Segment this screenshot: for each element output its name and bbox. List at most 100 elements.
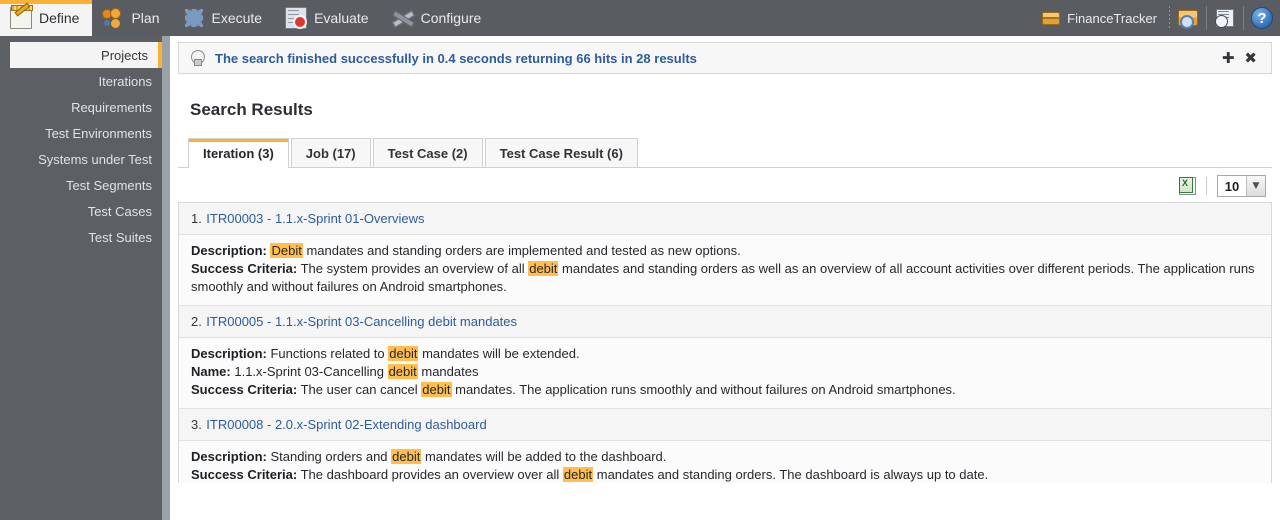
result-field: Success Criteria: The user can cancel de… bbox=[191, 381, 1259, 399]
tab-label: Test Case (2) bbox=[387, 146, 468, 161]
nav-tab-label: Execute bbox=[211, 10, 263, 26]
result-title-link[interactable]: ITR00003 - 1.1.x-Sprint 01-Overviews bbox=[206, 211, 424, 226]
field-label: Description: bbox=[191, 346, 267, 361]
expand-icon[interactable]: ✚ bbox=[1222, 50, 1235, 66]
history-icon bbox=[1215, 9, 1234, 28]
help-button[interactable]: ? bbox=[1244, 0, 1280, 36]
nav-tab-define[interactable]: Define bbox=[0, 0, 93, 36]
sidebar-item-test-environments[interactable]: Test Environments bbox=[0, 120, 162, 146]
nav-tab-label: Define bbox=[39, 10, 80, 26]
result-field: Success Criteria: The system provides an… bbox=[191, 260, 1259, 296]
toolbar-divider bbox=[1206, 177, 1207, 195]
field-value: The dashboard provides an overview over … bbox=[297, 467, 989, 482]
sidebar-item-test-suites[interactable]: Test Suites bbox=[0, 224, 162, 250]
help-icon: ? bbox=[1251, 7, 1273, 29]
result-field: Description: Debit mandates and standing… bbox=[191, 242, 1259, 260]
search-term-highlight: debit bbox=[388, 346, 419, 361]
sidebar-item-systems-under-test[interactable]: Systems under Test bbox=[0, 146, 162, 172]
status-notification: The search finished successfully in 0.4 … bbox=[178, 42, 1272, 74]
sidebar-item-label: Requirements bbox=[71, 99, 152, 115]
field-value: Debit mandates and standing orders are i… bbox=[270, 243, 741, 258]
current-project-label: FinanceTracker bbox=[1067, 10, 1157, 26]
sidebar-item-label: Projects bbox=[101, 47, 148, 63]
nav-tab-configure[interactable]: Configure bbox=[382, 0, 495, 36]
nav-tab-plan[interactable]: Plan bbox=[92, 0, 172, 36]
results-tabstrip: Iteration (3) Job (17) Test Case (2) Tes… bbox=[178, 138, 1272, 168]
search-term-highlight: debit bbox=[387, 364, 418, 379]
field-label: Description: bbox=[191, 449, 267, 464]
chevron-down-icon[interactable]: ▼ bbox=[1246, 176, 1265, 196]
project-box-icon bbox=[1042, 11, 1061, 25]
search-term-highlight: debit bbox=[421, 382, 452, 397]
result-index: 3. bbox=[191, 417, 202, 432]
gear-icon bbox=[183, 7, 205, 29]
report-icon bbox=[285, 7, 308, 29]
result-index: 2. bbox=[191, 314, 202, 329]
tab-iteration[interactable]: Iteration (3) bbox=[188, 138, 289, 168]
page-background bbox=[170, 483, 1280, 520]
nav-tab-label: Configure bbox=[420, 10, 482, 26]
result-header: 1. ITR00003 - 1.1.x-Sprint 01-Overviews bbox=[179, 203, 1271, 235]
page-title: Search Results bbox=[190, 100, 313, 119]
tools-icon bbox=[392, 7, 414, 29]
tab-label: Job (17) bbox=[305, 146, 356, 161]
result-title-link[interactable]: ITR00008 - 2.0.x-Sprint 02-Extending das… bbox=[206, 417, 486, 432]
result-index: 1. bbox=[191, 211, 202, 226]
excel-export-icon[interactable] bbox=[1179, 177, 1196, 195]
tab-label: Iteration (3) bbox=[203, 146, 274, 161]
field-value: The system provides an overview of all d… bbox=[191, 261, 1255, 294]
field-label: Success Criteria: bbox=[191, 261, 298, 276]
result-header: 2. ITR00005 - 1.1.x-Sprint 03-Cancelling… bbox=[179, 306, 1271, 338]
nav-tab-label: Plan bbox=[131, 10, 160, 26]
result-field: Success Criteria: The dashboard provides… bbox=[191, 466, 1259, 484]
search-term-highlight: debit bbox=[528, 261, 559, 276]
search-project-icon bbox=[1178, 10, 1198, 29]
people-icon bbox=[102, 7, 124, 29]
sidebar-item-iterations[interactable]: Iterations bbox=[0, 68, 162, 94]
results-toolbar: 10 ▼ bbox=[178, 168, 1272, 202]
sidebar-item-label: Test Segments bbox=[66, 177, 152, 193]
tab-label: Test Case Result (6) bbox=[499, 146, 623, 161]
sidebar-item-test-cases[interactable]: Test Cases bbox=[0, 198, 162, 224]
tab-test-case[interactable]: Test Case (2) bbox=[372, 138, 483, 167]
nav-tab-evaluate[interactable]: Evaluate bbox=[275, 0, 381, 36]
field-label: Success Criteria: bbox=[191, 467, 298, 482]
field-label: Name: bbox=[191, 364, 231, 379]
notification-actions: ✚ ✖ bbox=[1222, 50, 1263, 66]
result-title-link[interactable]: ITR00005 - 1.1.x-Sprint 03-Cancelling de… bbox=[206, 314, 517, 329]
search-term-highlight: debit bbox=[391, 449, 422, 464]
nav-tab-label: Evaluate bbox=[314, 10, 369, 26]
sidebar-item-label: Test Cases bbox=[87, 203, 152, 219]
result-item: 2. ITR00005 - 1.1.x-Sprint 03-Cancelling… bbox=[179, 306, 1271, 409]
close-icon[interactable]: ✖ bbox=[1244, 50, 1257, 66]
result-field: Description: Functions related to debit … bbox=[191, 345, 1259, 363]
sidebar-item-projects[interactable]: Projects bbox=[10, 42, 162, 68]
sidebar-item-label: Test Environments bbox=[45, 125, 152, 141]
top-navigation-bar: Define Plan Execute Evaluate Configure F… bbox=[0, 0, 1280, 36]
result-field: Name: 1.1.x-Sprint 03-Cancelling debit m… bbox=[191, 363, 1259, 381]
tab-test-case-result[interactable]: Test Case Result (6) bbox=[484, 138, 638, 167]
history-button[interactable] bbox=[1207, 0, 1243, 36]
nav-tab-execute[interactable]: Execute bbox=[173, 0, 276, 36]
sidebar-item-test-segments[interactable]: Test Segments bbox=[0, 172, 162, 198]
field-value: 1.1.x-Sprint 03-Cancelling debit mandate… bbox=[230, 364, 479, 379]
field-value: The user can cancel debit mandates. The … bbox=[297, 382, 956, 397]
search-results-list: 1. ITR00003 - 1.1.x-Sprint 01-Overviews … bbox=[178, 202, 1272, 494]
field-value: Functions related to debit mandates will… bbox=[266, 346, 580, 361]
current-project-selector[interactable]: FinanceTracker bbox=[1030, 0, 1169, 36]
result-body: Description: Debit mandates and standing… bbox=[179, 235, 1271, 305]
search-project-button[interactable] bbox=[1170, 0, 1206, 36]
sidebar-item-label: Test Suites bbox=[88, 229, 152, 245]
result-body: Description: Functions related to debit … bbox=[179, 338, 1271, 408]
result-field: Description: Standing orders and debit m… bbox=[191, 448, 1259, 466]
main-content: The search finished successfully in 0.4 … bbox=[178, 42, 1272, 494]
field-label: Description: bbox=[191, 243, 267, 258]
result-header: 3. ITR00008 - 2.0.x-Sprint 02-Extending … bbox=[179, 409, 1271, 441]
field-value: Standing orders and debit mandates will … bbox=[266, 449, 667, 464]
sidebar-item-requirements[interactable]: Requirements bbox=[0, 94, 162, 120]
page-size-value: 10 bbox=[1224, 178, 1240, 194]
result-item: 1. ITR00003 - 1.1.x-Sprint 01-Overviews … bbox=[179, 203, 1271, 306]
tab-job[interactable]: Job (17) bbox=[290, 138, 371, 167]
page-size-select[interactable]: 10 ▼ bbox=[1217, 175, 1266, 197]
sidebar-item-label: Systems under Test bbox=[38, 151, 152, 167]
